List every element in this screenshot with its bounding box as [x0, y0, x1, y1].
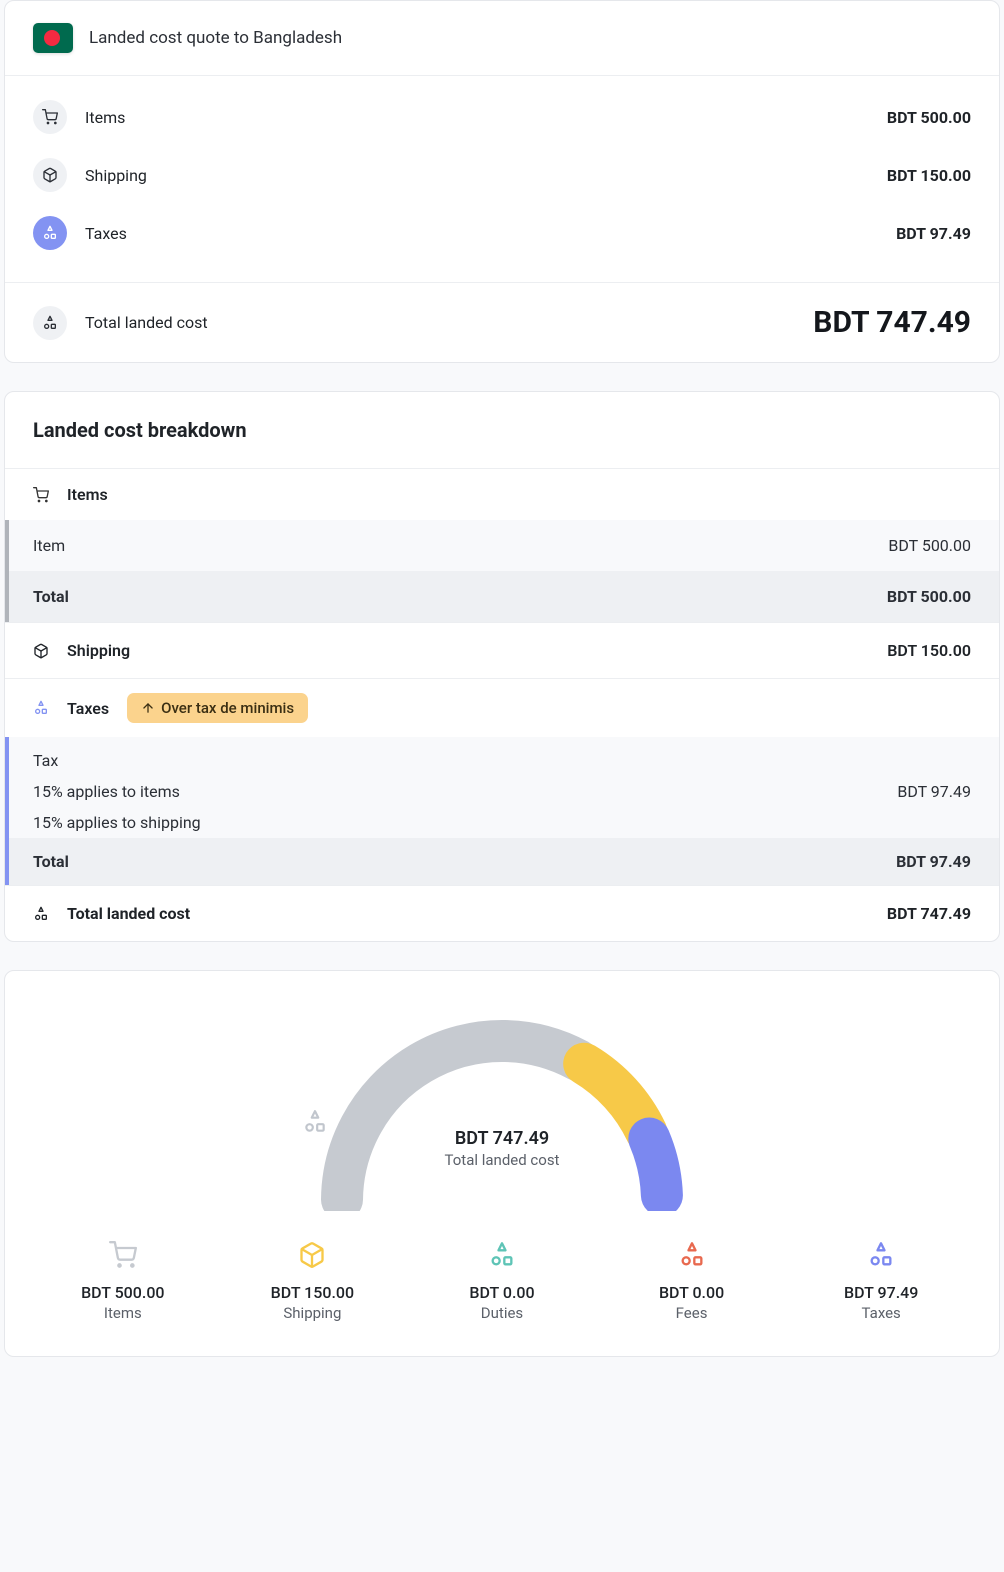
tax-sub-label: Tax [9, 737, 999, 776]
total-label: Total landed cost [67, 904, 190, 923]
breakdown-items-header: Items [5, 469, 999, 520]
quote-summary-card: Landed cost quote to Bangladesh Items BD… [4, 0, 1000, 363]
summary-row-items: Items BDT 500.00 [33, 88, 971, 146]
legend-taxes: BDT 97.49 Taxes [791, 1241, 971, 1322]
summary-value: BDT 97.49 [896, 224, 971, 243]
shapes-icon [33, 216, 67, 250]
total-label: Total [33, 587, 69, 606]
item-value: BDT 500.00 [888, 536, 971, 555]
tax-line: 15% applies to shipping [9, 807, 999, 838]
cart-icon [109, 1241, 137, 1269]
gauge-sub: Total landed cost [302, 1151, 702, 1169]
items-total-row: Total BDT 500.00 [9, 571, 999, 622]
cart-icon [33, 100, 67, 134]
gauge-card: BDT 747.49 Total landed cost BDT 500.00 … [4, 970, 1000, 1357]
legend-amount: BDT 0.00 [412, 1283, 592, 1302]
box-icon [33, 158, 67, 192]
total-label: Total landed cost [85, 313, 208, 332]
gauge-legend: BDT 500.00 Items BDT 150.00 Shipping BDT… [33, 1241, 971, 1322]
breakdown-card: Landed cost breakdown Items Item BDT 500… [4, 391, 1000, 942]
shipping-label: Shipping [67, 641, 130, 660]
breakdown-shipping-row: Shipping BDT 150.00 [5, 622, 999, 679]
legend-label: Duties [412, 1304, 592, 1322]
legend-label: Fees [602, 1304, 782, 1322]
shapes-icon [867, 1241, 895, 1269]
summary-label: Taxes [85, 224, 127, 243]
box-icon [33, 643, 49, 659]
taxes-total-row: Total BDT 97.49 [9, 838, 999, 885]
legend-items: BDT 500.00 Items [33, 1241, 213, 1322]
summary-body: Items BDT 500.00 Shipping BDT 150.00 Tax… [5, 76, 999, 282]
summary-total-row: Total landed cost BDT 747.49 [5, 282, 999, 362]
card-header: Landed cost quote to Bangladesh [5, 1, 999, 76]
cart-icon [33, 487, 49, 503]
summary-label: Items [85, 108, 125, 127]
legend-fees: BDT 0.00 Fees [602, 1241, 782, 1322]
badge-text: Over tax de minimis [161, 699, 294, 717]
gauge-chart: BDT 747.49 Total landed cost [302, 1001, 702, 1211]
legend-amount: BDT 0.00 [602, 1283, 782, 1302]
total-value: BDT 500.00 [887, 587, 971, 606]
legend-amount: BDT 150.00 [223, 1283, 403, 1302]
items-detail-block: Item BDT 500.00 Total BDT 500.00 [5, 520, 999, 622]
box-icon [298, 1241, 326, 1269]
shapes-icon [488, 1241, 516, 1269]
shapes-icon [33, 700, 49, 716]
legend-label: Taxes [791, 1304, 971, 1322]
de-minimis-badge: Over tax de minimis [127, 693, 308, 723]
tax-line: 15% applies to items BDT 97.49 [9, 776, 999, 807]
item-label: Item [33, 536, 65, 555]
summary-value: BDT 150.00 [887, 166, 971, 185]
item-row: Item BDT 500.00 [9, 520, 999, 571]
shapes-icon [33, 906, 49, 922]
breakdown-title: Landed cost breakdown [5, 392, 999, 469]
page-title: Landed cost quote to Bangladesh [89, 28, 342, 48]
shapes-icon [678, 1241, 706, 1269]
summary-row-taxes: Taxes BDT 97.49 [33, 204, 971, 262]
shapes-icon [33, 306, 67, 340]
gauge-amount: BDT 747.49 [302, 1128, 702, 1149]
taxes-label: Taxes [67, 699, 109, 718]
legend-amount: BDT 500.00 [33, 1283, 213, 1302]
total-value: BDT 747.49 [813, 305, 971, 340]
total-value: BDT 747.49 [887, 904, 971, 923]
legend-label: Items [33, 1304, 213, 1322]
taxes-detail-block: Tax 15% applies to items BDT 97.49 15% a… [5, 737, 999, 885]
summary-label: Shipping [85, 166, 147, 185]
breakdown-taxes-header: Taxes Over tax de minimis [5, 679, 999, 737]
breakdown-total-row: Total landed cost BDT 747.49 [5, 885, 999, 941]
total-value: BDT 97.49 [896, 852, 971, 871]
legend-amount: BDT 97.49 [791, 1283, 971, 1302]
summary-row-shipping: Shipping BDT 150.00 [33, 146, 971, 204]
arrow-up-icon [141, 701, 155, 715]
legend-label: Shipping [223, 1304, 403, 1322]
legend-duties: BDT 0.00 Duties [412, 1241, 592, 1322]
flag-bangladesh [33, 23, 73, 53]
shipping-value: BDT 150.00 [887, 641, 971, 660]
section-label: Items [67, 485, 108, 504]
summary-value: BDT 500.00 [887, 108, 971, 127]
gauge-center: BDT 747.49 Total landed cost [302, 1109, 702, 1169]
legend-shipping: BDT 150.00 Shipping [223, 1241, 403, 1322]
total-label: Total [33, 852, 69, 871]
